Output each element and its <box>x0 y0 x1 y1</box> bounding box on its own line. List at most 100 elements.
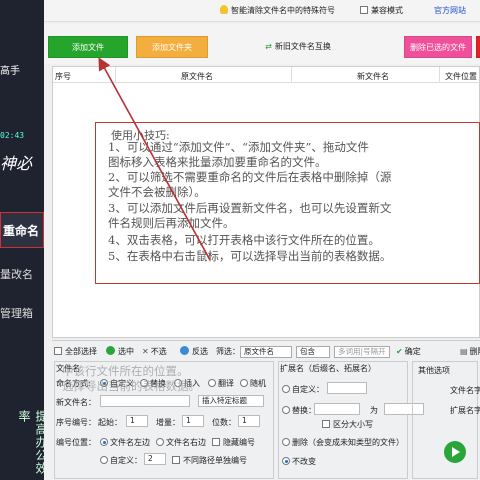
compat-checkbox[interactable] <box>360 6 368 14</box>
filter-keyword-input[interactable]: 多词用|号隔开 <box>334 346 390 358</box>
ext-keep[interactable]: 不改变 <box>282 456 316 467</box>
swap-icon: ⇄ <box>265 42 272 51</box>
deselect-label: 不选 <box>150 347 167 356</box>
ext-delete-radio[interactable] <box>282 438 290 446</box>
clock: 02:43 <box>0 131 25 140</box>
compat-mode-toggle[interactable]: 兼容模式 <box>360 5 403 16</box>
special-symbol-hint[interactable]: 智能清除文件名中的特殊符号 <box>220 5 335 16</box>
col-header-index[interactable]: 序号 <box>55 71 71 82</box>
separate-numbering[interactable]: 不同路径单独编号 <box>172 455 247 466</box>
confirm-icon: ✔ <box>396 347 403 356</box>
hide-number[interactable]: 隐藏编号 <box>212 437 255 448</box>
new-name-label: 新文件名： <box>56 398 96 407</box>
start-rename-button[interactable] <box>444 441 466 463</box>
cross-icon: ✕ <box>142 347 149 356</box>
insert-special-select[interactable]: 插入特定标题 <box>198 395 264 407</box>
naming-translate-radio[interactable] <box>208 379 216 387</box>
select-all-toggle[interactable]: 全部选择 <box>54 346 97 357</box>
ext-replace-radio[interactable] <box>282 406 290 414</box>
start-input[interactable]: 1 <box>126 415 148 427</box>
ext-custom-label: 自定义： <box>292 385 324 394</box>
num-custom-input[interactable]: 2 <box>144 453 166 465</box>
delete-selected-button[interactable]: 删除已选的文件 <box>404 36 472 58</box>
ext-delete[interactable]: 删除（会变成未知类型的文件） <box>282 437 404 448</box>
filter-field-select[interactable]: 原文件名 <box>240 346 292 358</box>
naming-random[interactable]: 随机 <box>240 378 266 389</box>
compat-label: 兼容模式 <box>371 6 403 15</box>
table-header: 序号 原文件名 新文件名 文件位置 <box>53 67 480 83</box>
invert-label: 反选 <box>192 347 208 356</box>
other-options-title: 其他选项 <box>418 366 450 375</box>
tip-line: 图标移入表格来批量添加要重命名的文件。 <box>108 155 327 169</box>
case-sensitive-checkbox[interactable] <box>322 420 330 428</box>
sidebar-item-batch-rename[interactable]: 量改名 <box>0 266 33 282</box>
separate-numbering-checkbox[interactable] <box>172 456 180 464</box>
naming-random-radio[interactable] <box>240 379 248 387</box>
naming-translate-label: 翻译 <box>218 379 234 388</box>
case-sensitive-label: 区分大小写 <box>333 420 373 429</box>
delete-all-button[interactable] <box>476 36 480 58</box>
ext-custom-input[interactable] <box>327 382 367 394</box>
swap-label: 新旧文件名互换 <box>274 42 331 51</box>
step-label: 增量： <box>156 418 180 427</box>
add-folder-button[interactable]: 添加文件夹 <box>136 36 208 58</box>
lightbulb-icon <box>220 5 228 14</box>
hide-number-checkbox[interactable] <box>212 438 220 446</box>
tip-ghost-line: 选择导出当前的表格数据。 <box>62 379 200 393</box>
official-site-link[interactable]: 官方网站 <box>434 5 466 16</box>
col-header-original-name[interactable]: 原文件名 <box>181 71 213 82</box>
ext-custom-radio[interactable] <box>282 385 290 393</box>
check-circle-icon <box>106 346 115 355</box>
col-header-location[interactable]: 文件位置 <box>445 71 477 82</box>
select-label: 选中 <box>118 347 134 356</box>
new-name-input[interactable] <box>100 395 190 407</box>
col-header-new-name[interactable]: 新文件名 <box>357 71 389 82</box>
invert-icon <box>180 346 189 355</box>
num-pos-right[interactable]: 文件名右边 <box>156 437 206 448</box>
filter-label: 筛选： <box>216 347 240 356</box>
tip-line: 4、双击表格，可以打开表格中该行文件所在的位置。 <box>108 233 380 247</box>
ext-replace[interactable]: 替换： <box>282 405 316 416</box>
confirm-filter-button[interactable]: ✔ 确定 <box>396 346 421 357</box>
ext-replace-label: 替换： <box>292 406 316 415</box>
sidebar-item-toolbox[interactable]: 管理箱 <box>0 305 33 321</box>
app-logo: 神必 <box>0 154 33 173</box>
sidebar-slogan: 提高办公效率 <box>17 410 44 475</box>
step-input[interactable]: 1 <box>182 415 204 427</box>
hint-text: 智能清除文件名中的特殊符号 <box>231 6 335 15</box>
filter-op-select[interactable]: 包含 <box>296 346 330 358</box>
delete-filtered-button[interactable]: ▤删除 <box>460 346 480 357</box>
naming-translate[interactable]: 翻译 <box>208 378 234 389</box>
naming-random-label: 随机 <box>250 379 266 388</box>
invert-button[interactable]: 反选 <box>180 346 208 357</box>
num-custom-radio[interactable] <box>100 456 108 464</box>
ext-keep-label: 不改变 <box>292 457 316 466</box>
num-pos-left[interactable]: 文件名左边 <box>100 437 150 448</box>
case-sensitive[interactable]: 区分大小写 <box>322 419 373 430</box>
num-pos-right-radio[interactable] <box>156 438 164 446</box>
select-all-checkbox[interactable] <box>54 347 62 355</box>
ext-keep-radio[interactable] <box>282 457 290 465</box>
ext-delete-label: 删除（会变成未知类型的文件） <box>292 438 404 447</box>
start-label: 起始： <box>98 418 122 427</box>
digits-label: 位数： <box>212 418 236 427</box>
num-pos-left-radio[interactable] <box>100 438 108 446</box>
num-custom[interactable]: 自定义： <box>100 455 142 466</box>
add-file-button[interactable]: 添加文件 <box>48 36 128 58</box>
tip-ghost-line: 中该行文件所在的位置。 <box>62 364 189 378</box>
trash-icon: ▤ <box>460 347 468 356</box>
sidebar-item-rename[interactable]: 重命名 <box>0 212 44 248</box>
digits-input[interactable]: 1 <box>238 415 260 427</box>
deselect-button[interactable]: ✕ 不选 <box>142 346 167 357</box>
separate-numbering-label: 不同路径单独编号 <box>183 456 247 465</box>
app-brand: 高手 <box>0 66 20 77</box>
sidebar-item-label: 重命名 <box>3 224 40 238</box>
select-button[interactable]: 选中 <box>106 346 134 357</box>
ext-replace-from-input[interactable] <box>314 403 360 415</box>
selection-row: 全部选择 选中 ✕ 不选 反选 筛选： 原文件名 包含 多词用|号隔开 ✔ 确定 ▤… <box>52 344 480 360</box>
ext-custom[interactable]: 自定义： <box>282 384 324 395</box>
other-options-group <box>412 361 478 479</box>
ext-replace-to-label: 为 <box>370 406 378 415</box>
swap-names-button[interactable]: ⇄ 新旧文件名互换 <box>260 36 336 58</box>
toolbar: 添加文件 添加文件夹 ⇄ 新旧文件名互换 删除已选的文件 <box>44 24 480 64</box>
